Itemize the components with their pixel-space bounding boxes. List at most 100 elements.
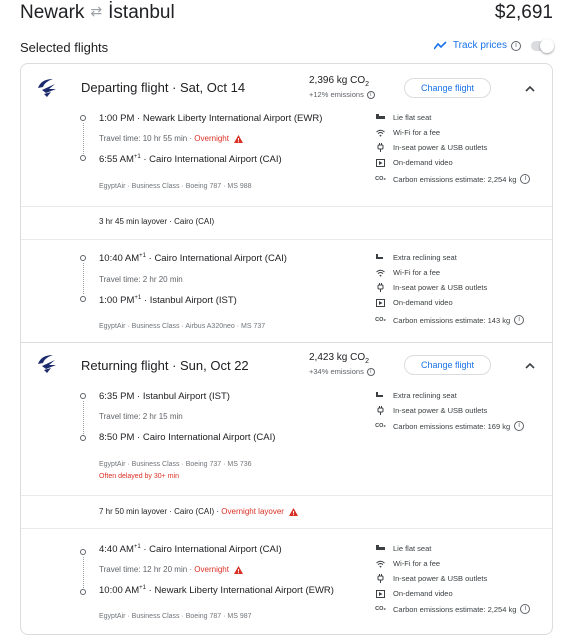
warning-icon	[233, 565, 243, 574]
travel-text: Travel time: 10 hr 55 min	[99, 134, 188, 143]
amenity-item: Lie flat seat	[376, 544, 431, 553]
itinerary-line	[82, 401, 84, 436]
co2-icon: CO₂	[375, 423, 386, 429]
amenity-label: Wi-Fi for a fee	[393, 268, 441, 277]
emissions-diff: +12% emissions i	[309, 90, 375, 99]
amenity-item: Wi-Fi for a fee	[376, 559, 440, 568]
flight-details: EgyptAir · Business Class · Boeing 787 ·…	[99, 613, 252, 620]
amenity-item: Extra reclining seat	[376, 391, 457, 400]
departure-time: 4:40 AM+1 · Cairo International Airport …	[99, 544, 282, 556]
amenity-item: In-seat power & USB outlets	[376, 406, 487, 415]
time-value: 6:35 PM	[99, 391, 135, 402]
info-icon[interactable]: i	[520, 174, 531, 184]
itinerary-line	[82, 123, 84, 154]
arrival-time: 10:00 AM+1 · Newark Liberty Internationa…	[99, 585, 334, 597]
info-icon[interactable]: i	[514, 315, 525, 325]
info-icon[interactable]: i	[514, 421, 525, 431]
chevron-up-icon[interactable]	[524, 360, 536, 372]
amenity-label: Wi-Fi for a fee	[393, 559, 441, 568]
layover-text: 7 hr 50 min layover · Cairo (CAI) ·	[99, 507, 220, 516]
leg-date: Sat, Oct 14	[180, 80, 246, 95]
travel-time: Travel time: 12 hr 20 min · Overnight	[99, 565, 243, 574]
plus-day: +1	[139, 253, 146, 259]
amenity-label: In-seat power & USB outlets	[393, 574, 488, 583]
arrival-time: 8:50 PM · Cairo International Airport (C…	[99, 432, 276, 443]
amenity-item: CO₂ Carbon emissions estimate: 2,254 kg i	[375, 174, 531, 184]
power-plug-icon	[376, 283, 385, 292]
trend-chart-icon	[433, 41, 447, 50]
amenity-label: Extra reclining seat	[393, 391, 457, 400]
layover-info: 3 hr 45 min layover · Cairo (CAI)	[99, 217, 215, 226]
travel-time: Travel time: 2 hr 15 min	[99, 412, 183, 421]
amenity-label: On-demand video	[393, 158, 453, 167]
plus-day: +1	[139, 585, 146, 591]
departing-leg-title: Departing flight · Sat, Oct 14	[81, 80, 246, 95]
returning-flight-card: Returning flight · Sun, Oct 22 2,423 kg …	[20, 343, 553, 635]
info-icon[interactable]: i	[520, 604, 531, 614]
amenity-label: In-seat power & USB outlets	[393, 283, 488, 292]
time-value: 8:50 PM	[99, 432, 135, 443]
airport-name: Newark Liberty International Airport (EW…	[154, 585, 334, 597]
co2-icon: CO₂	[375, 317, 386, 323]
wifi-icon	[376, 268, 385, 277]
chevron-up-icon[interactable]	[524, 83, 536, 95]
track-prices[interactable]: Track prices i	[433, 38, 554, 53]
departure-dot	[80, 115, 86, 121]
amenity-label: Lie flat seat	[393, 544, 432, 553]
wifi-icon	[376, 128, 385, 137]
leg-date: Sun, Oct 22	[180, 358, 249, 373]
info-icon[interactable]: i	[366, 367, 375, 376]
change-flight-button[interactable]: Change flight	[404, 78, 491, 98]
co2-icon: CO₂	[375, 176, 386, 182]
warning-icon	[233, 134, 243, 143]
amenity-item: CO₂ Carbon emissions estimate: 169 kg i	[375, 421, 525, 431]
flight-details: EgyptAir · Business Class · Airbus A320n…	[99, 323, 266, 330]
time-value: 1:00 PM	[99, 113, 135, 124]
layover-info: 7 hr 50 min layover · Cairo (CAI) · Over…	[99, 507, 298, 516]
amenity-label: Extra reclining seat	[393, 253, 457, 262]
info-icon[interactable]: i	[511, 40, 521, 51]
leg-label: Departing flight	[81, 80, 169, 95]
delay-warning: Often delayed by 30+ min	[99, 473, 179, 480]
selected-flights-title: Selected flights	[20, 40, 109, 55]
emissions-text: +12% emissions	[309, 90, 364, 99]
travel-time: Travel time: 10 hr 55 min · Overnight	[99, 134, 243, 143]
video-icon	[376, 589, 385, 598]
travel-text: Travel time: 2 hr 20 min	[99, 275, 183, 284]
track-prices-toggle[interactable]	[531, 38, 554, 53]
power-plug-icon	[376, 143, 385, 152]
arrival-dot	[80, 435, 86, 441]
arrival-dot	[80, 296, 86, 302]
co2-value: 2,396 kg CO	[309, 75, 366, 86]
airport-name: Istanbul Airport (IST)	[149, 295, 237, 307]
travel-text: Travel time: 12 hr 20 min	[99, 565, 188, 574]
trip-header: Newark ⇄ İstanbul $2,691	[20, 0, 553, 30]
arrival-time: 1:00 PM+1 · Istanbul Airport (IST)	[99, 295, 237, 307]
departure-time: 6:35 PM · Istanbul Airport (IST)	[99, 391, 230, 402]
time-value: 1:00 PM	[99, 295, 135, 307]
amenity-label: Carbon emissions estimate: 169 kg	[393, 421, 511, 431]
video-icon	[376, 158, 385, 167]
info-icon[interactable]: i	[366, 90, 375, 99]
swap-arrows-icon: ⇄	[90, 3, 103, 19]
flight-details: EgyptAir · Business Class · Boeing 787 ·…	[99, 183, 252, 190]
departure-time: 10:40 AM+1 · Cairo International Airport…	[99, 253, 287, 265]
warning-icon	[288, 507, 298, 516]
video-icon	[376, 298, 385, 307]
amenity-label: Carbon emissions estimate: 2,254 kg	[393, 174, 517, 184]
amenity-item: Wi-Fi for a fee	[376, 268, 440, 277]
change-flight-button[interactable]: Change flight	[404, 355, 491, 375]
airport-name: Cairo International Airport (CAI)	[142, 432, 276, 443]
route-title: Newark ⇄ İstanbul	[20, 2, 175, 24]
departure-dot	[80, 393, 86, 399]
total-price: $2,691	[494, 2, 553, 23]
departure-time: 1:00 PM · Newark Liberty International A…	[99, 113, 323, 124]
seat-icon	[376, 391, 385, 400]
overnight-layover-label: Overnight layover	[221, 507, 284, 516]
departing-flight-card: Departing flight · Sat, Oct 14 2,396 kg …	[20, 63, 553, 343]
co2-total: 2,423 kg CO2	[309, 352, 369, 365]
toggle-knob	[540, 38, 554, 53]
time-value: 6:55 AM	[99, 154, 134, 166]
itinerary-line	[82, 263, 84, 294]
amenity-item: On-demand video	[376, 298, 453, 307]
